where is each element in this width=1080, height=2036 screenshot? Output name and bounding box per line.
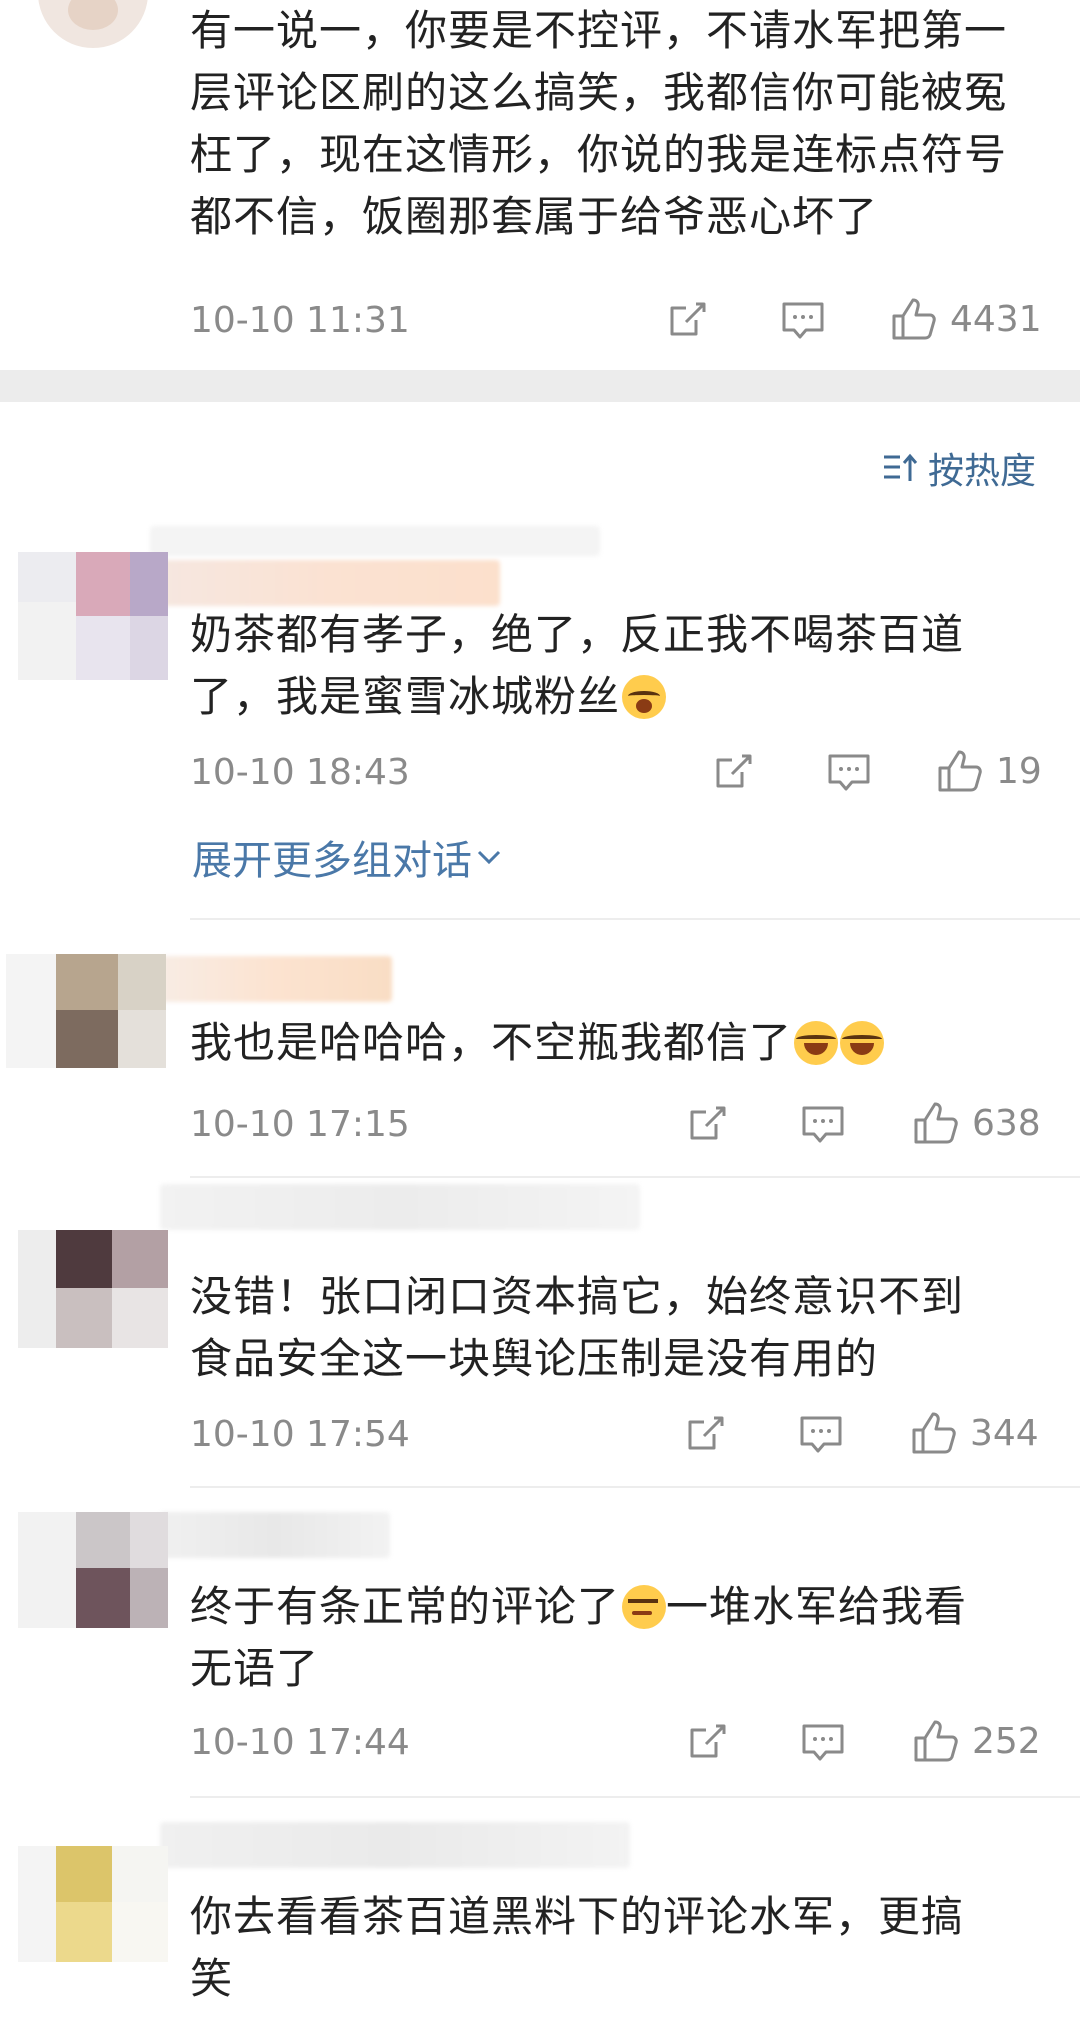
username-bg bbox=[150, 526, 600, 556]
comment-line: 都不信，饭圈那套属于给爷恶心坏了 bbox=[190, 192, 879, 241]
comment-text: 终于有条正常的评论了 一堆水军给我看 无语了 bbox=[190, 1576, 1050, 1700]
comment-separator bbox=[190, 1176, 1080, 1178]
avatar[interactable] bbox=[38, 0, 148, 48]
comment-line: 你去看看茶百道黑料下的评论水军，更搞 bbox=[190, 1892, 965, 1941]
comment-icon bbox=[800, 1416, 842, 1453]
like-count: 252 bbox=[972, 1720, 1041, 1762]
reply-button[interactable] bbox=[800, 1104, 846, 1146]
comment-separator bbox=[190, 918, 1080, 920]
reply-button[interactable] bbox=[798, 1414, 844, 1456]
comment-text: 有一说一，你要是不控评，不请水军把第一 层评论区刷的这么搞笑，我都信你可能被冤 … bbox=[190, 0, 1050, 248]
share-button[interactable] bbox=[666, 298, 710, 342]
username[interactable] bbox=[160, 1822, 630, 1868]
share-icon bbox=[688, 1416, 724, 1450]
comment-time: 10-10 17:44 bbox=[190, 1722, 410, 1763]
like-icon bbox=[912, 1412, 956, 1454]
comment-line: 有一说一，你要是不控评，不请水军把第一 bbox=[190, 6, 1008, 55]
like-count: 4431 bbox=[950, 298, 1042, 340]
sort-toggle[interactable]: 按热度 bbox=[882, 442, 1036, 494]
laugh-emoji-icon bbox=[840, 1021, 885, 1065]
avatar[interactable] bbox=[18, 552, 168, 680]
chevron-down-icon bbox=[477, 850, 501, 865]
avatar[interactable] bbox=[6, 954, 166, 1068]
reply-button[interactable] bbox=[800, 1722, 846, 1764]
like-icon bbox=[914, 1102, 958, 1144]
share-icon bbox=[670, 302, 706, 336]
comment-text: 奶茶都有孝子，绝了，反正我不喝茶百道 了，我是蜜雪冰城粉丝 bbox=[190, 604, 1050, 728]
like-button[interactable]: 344 bbox=[910, 1410, 1039, 1456]
like-button[interactable]: 252 bbox=[912, 1718, 1041, 1764]
like-icon bbox=[938, 750, 982, 792]
share-button[interactable] bbox=[686, 1102, 730, 1146]
reply-button[interactable] bbox=[826, 752, 872, 794]
comment-icon bbox=[828, 754, 870, 791]
expand-thread-link[interactable]: 展开更多组对话 bbox=[192, 828, 502, 886]
comment-line: 终于有条正常的评论了 一堆水军给我看 bbox=[190, 1582, 968, 1631]
comment-icon bbox=[802, 1724, 844, 1761]
comment-line: 笑 bbox=[190, 1954, 234, 2003]
comment-separator bbox=[190, 1796, 1080, 1798]
comment-line: 奶茶都有孝子，绝了，反正我不喝茶百道 bbox=[190, 610, 965, 659]
comment-line: 枉了，现在这情形，你说的我是连标点符号 bbox=[190, 130, 1008, 179]
comment-time: 10-10 18:43 bbox=[190, 752, 410, 793]
like-count: 19 bbox=[996, 750, 1042, 792]
comment-text: 你去看看茶百道黑料下的评论水军，更搞 笑 bbox=[190, 1886, 1050, 2010]
sort-icon bbox=[884, 453, 918, 481]
comment-line: 了，我是蜜雪冰城粉丝 bbox=[190, 666, 1050, 728]
comment-time: 10-10 17:15 bbox=[190, 1104, 410, 1145]
like-icon bbox=[892, 298, 936, 340]
laugh-emoji-icon bbox=[794, 1021, 839, 1065]
comment-separator bbox=[190, 1486, 1080, 1488]
like-button[interactable]: 19 bbox=[936, 748, 1042, 794]
comment-line: 没错！张口闭口资本搞它，始终意识不到 bbox=[190, 1272, 965, 1321]
comment-line: 无语了 bbox=[190, 1644, 320, 1693]
blush-emoji-icon bbox=[622, 675, 667, 719]
username[interactable] bbox=[160, 1184, 640, 1230]
comment-line: 我也是哈哈哈，不空瓶我都信了 bbox=[190, 1012, 1050, 1074]
like-button[interactable]: 638 bbox=[912, 1100, 1041, 1146]
share-icon bbox=[716, 754, 752, 788]
avatar[interactable] bbox=[18, 1512, 168, 1628]
username[interactable] bbox=[160, 560, 500, 606]
expand-label: 展开更多组对话 bbox=[192, 838, 472, 884]
section-divider bbox=[0, 370, 1080, 402]
share-icon bbox=[690, 1106, 726, 1140]
smirk-emoji-icon bbox=[622, 1585, 667, 1629]
like-icon bbox=[914, 1720, 958, 1762]
share-button[interactable] bbox=[712, 750, 756, 794]
like-button[interactable]: 4431 bbox=[890, 296, 1042, 342]
avatar[interactable] bbox=[18, 1230, 168, 1348]
comment-time: 10-10 11:31 bbox=[190, 300, 410, 341]
username[interactable] bbox=[160, 956, 392, 1002]
comment-icon bbox=[782, 302, 824, 339]
comment-line: 食品安全这一块舆论压制是没有用的 bbox=[190, 1334, 879, 1383]
like-count: 638 bbox=[972, 1102, 1041, 1144]
comment-text: 我也是哈哈哈，不空瓶我都信了 bbox=[190, 1012, 1050, 1074]
comment-time: 10-10 17:54 bbox=[190, 1414, 410, 1455]
share-button[interactable] bbox=[686, 1720, 730, 1764]
avatar[interactable] bbox=[18, 1846, 168, 1962]
reply-button[interactable] bbox=[780, 300, 826, 342]
like-count: 344 bbox=[970, 1412, 1039, 1454]
sort-label: 按热度 bbox=[928, 451, 1037, 492]
username[interactable] bbox=[160, 1512, 390, 1558]
share-button[interactable] bbox=[684, 1412, 728, 1456]
comment-text: 没错！张口闭口资本搞它，始终意识不到 食品安全这一块舆论压制是没有用的 bbox=[190, 1266, 1050, 1390]
comment-line: 层评论区刷的这么搞笑，我都信你可能被冤 bbox=[190, 68, 1008, 117]
share-icon bbox=[690, 1724, 726, 1758]
comment-icon bbox=[802, 1106, 844, 1143]
